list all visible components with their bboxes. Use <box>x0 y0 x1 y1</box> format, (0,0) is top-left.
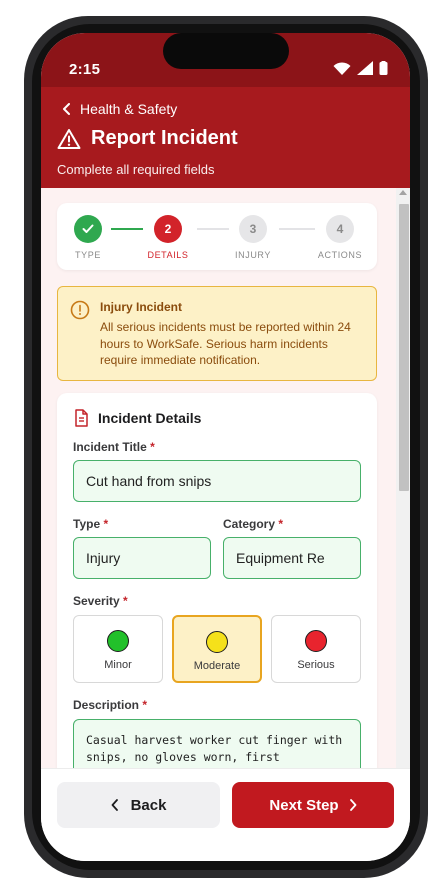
scroll-up-icon[interactable] <box>399 190 407 195</box>
step-label: DETAILS <box>147 250 189 260</box>
document-icon <box>75 409 88 427</box>
page-header: Health & Safety Report Incident Complete… <box>41 87 410 188</box>
progress-stepper: TYPE 2 DETAILS 3 INJURY 4 ACTIONS <box>57 203 377 270</box>
type-select[interactable]: Injury <box>73 537 211 579</box>
injury-alert: Injury Incident All serious incidents mu… <box>57 286 377 381</box>
status-bar: 2:15 <box>41 33 410 87</box>
step-label: ACTIONS <box>317 250 363 260</box>
incident-title-label: Incident Title * <box>73 440 155 454</box>
category-select[interactable]: Equipment Re <box>223 537 361 579</box>
severity-option-label: Minor <box>104 659 132 671</box>
status-time: 2:15 <box>69 61 101 78</box>
scrollbar[interactable] <box>396 188 410 768</box>
card-header: Incident Details <box>73 409 201 427</box>
severity-dot-icon <box>305 630 327 652</box>
footer-actions: Back Next Step <box>41 768 410 861</box>
description-textarea[interactable]: Casual harvest worker cut finger with sn… <box>73 719 361 768</box>
status-icons <box>333 61 388 75</box>
required-marker: * <box>150 440 155 454</box>
label-text: Type <box>73 517 101 531</box>
label-text: Description <box>73 698 140 712</box>
alert-title: Injury Incident <box>100 300 183 314</box>
severity-option-moderate[interactable]: Moderate <box>172 615 262 683</box>
category-label: Category * <box>223 517 283 531</box>
chevron-right-icon <box>349 799 356 811</box>
card-title: Incident Details <box>98 410 202 426</box>
chevron-left-icon <box>111 799 118 811</box>
back-link-label: Health & Safety <box>80 101 178 117</box>
severity-dot-icon <box>206 631 228 653</box>
step-circle: 3 <box>239 215 267 243</box>
alert-body: All serious incidents must be reported w… <box>100 320 351 367</box>
step-injury[interactable]: 3 INJURY <box>223 215 283 260</box>
incident-details-card: Incident Details Incident Title * Cut ha… <box>57 393 377 768</box>
severity-label: Severity * <box>73 594 128 608</box>
battery-icon <box>379 61 388 75</box>
label-text: Category <box>223 517 276 531</box>
info-circle-icon <box>70 300 90 320</box>
back-link[interactable]: Health & Safety <box>62 101 177 117</box>
chevron-left-icon <box>63 103 70 115</box>
required-marker: * <box>278 517 284 531</box>
back-button[interactable]: Back <box>57 782 220 828</box>
page-title-row: Report Incident <box>57 127 238 150</box>
label-text: Severity <box>73 594 120 608</box>
severity-option-serious[interactable]: Serious <box>271 615 361 683</box>
severity-option-label: Moderate <box>193 660 241 672</box>
severity-dot-icon <box>107 630 129 652</box>
step-type[interactable]: TYPE <box>58 215 118 260</box>
scrollbar-thumb[interactable] <box>399 204 409 491</box>
type-label: Type * <box>73 517 108 531</box>
required-marker: * <box>142 698 148 712</box>
step-details[interactable]: 2 DETAILS <box>138 215 198 260</box>
step-circle: 2 <box>154 215 182 243</box>
wifi-icon <box>333 61 351 75</box>
step-circle <box>74 215 102 243</box>
signal-icon <box>357 61 373 75</box>
page-title: Report Incident <box>91 127 238 149</box>
step-label: TYPE <box>75 250 101 260</box>
description-label: Description * <box>73 698 147 712</box>
warning-triangle-icon <box>57 128 81 149</box>
app-screen: 2:15 Health & Safety Report Incident Com… <box>41 33 410 861</box>
label-text: Incident Title <box>73 440 147 454</box>
severity-option-minor[interactable]: Minor <box>73 615 163 683</box>
dynamic-island <box>163 33 289 69</box>
back-button-label: Back <box>130 796 167 814</box>
step-label: INJURY <box>235 250 271 260</box>
required-marker: * <box>103 517 109 531</box>
form-scroll-area[interactable]: TYPE 2 DETAILS 3 INJURY 4 ACTIONS Injury… <box>41 188 396 768</box>
incident-title-input[interactable]: Cut hand from snips <box>73 460 361 502</box>
step-circle: 4 <box>326 215 354 243</box>
next-button-label: Next Step <box>269 796 339 814</box>
next-step-button[interactable]: Next Step <box>232 782 394 828</box>
severity-option-label: Serious <box>297 659 335 671</box>
step-actions[interactable]: 4 ACTIONS <box>310 215 370 260</box>
required-marker: * <box>123 594 128 608</box>
page-subtitle: Complete all required fields <box>57 162 215 177</box>
check-icon <box>82 224 94 233</box>
